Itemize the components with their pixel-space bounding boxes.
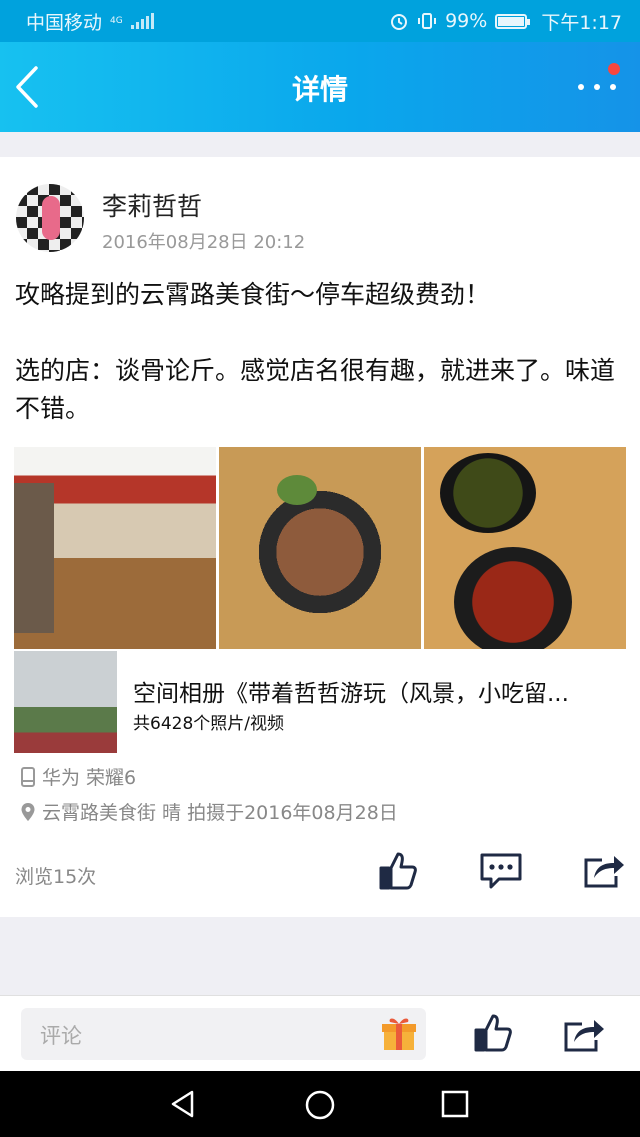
- network-label: 4G: [110, 15, 123, 26]
- post-time: 2016年08月28日 20:12: [102, 232, 306, 253]
- battery-percent: 99%: [445, 10, 488, 32]
- recents-square-icon[interactable]: [441, 1090, 469, 1118]
- battery-icon: [495, 13, 531, 29]
- post-text: 攻略提到的云霄路美食街～停车超级费劲！ 选的店：谈骨论斤。感觉店名很有趣，就进来…: [15, 280, 616, 423]
- post-photo-sauces[interactable]: [424, 447, 626, 649]
- bottom-like-button[interactable]: [472, 1012, 514, 1054]
- location-pin-icon: [21, 802, 35, 821]
- comment-bar: 评论: [0, 995, 640, 1072]
- post-photo-dish[interactable]: [219, 447, 421, 649]
- more-button[interactable]: [572, 63, 622, 108]
- location-text: 云霄路美食街 晴 拍摄于2016年08月28日: [42, 802, 398, 824]
- vibrate-icon: [418, 13, 437, 29]
- nav-bar: 详情: [0, 42, 640, 132]
- comment-button[interactable]: [479, 852, 523, 890]
- more-dots-icon: [578, 84, 616, 90]
- notification-dot: [608, 63, 620, 75]
- album-title[interactable]: 空间相册《带着哲哲游玩（风景，小吃留...: [133, 674, 569, 708]
- like-button[interactable]: [377, 850, 419, 892]
- signal-icon: [130, 13, 154, 29]
- network-type: 4G: [110, 15, 123, 26]
- back-triangle-icon[interactable]: [168, 1089, 198, 1119]
- comment-input[interactable]: 评论: [21, 1008, 426, 1060]
- home-circle-icon[interactable]: [304, 1089, 336, 1121]
- post-photo-restaurant[interactable]: [14, 447, 216, 649]
- album-count: 共6428个照片/视频: [133, 714, 284, 734]
- system-nav-bar: [0, 1071, 640, 1137]
- page-title: 详情: [291, 73, 348, 106]
- location-info: 云霄路美食街 晴 拍摄于2016年08月28日: [20, 798, 398, 825]
- bottom-share-button[interactable]: [562, 1016, 606, 1054]
- phone-icon: [21, 766, 35, 787]
- alarm-icon: [391, 14, 408, 30]
- view-count: 浏览15次: [15, 866, 97, 888]
- status-bar: 中国移动 4G 99% 下午1:17: [0, 0, 640, 42]
- gift-icon[interactable]: [380, 1014, 418, 1052]
- avatar[interactable]: [16, 184, 84, 252]
- clock: 下午1:17: [541, 11, 622, 34]
- album-thumbnail[interactable]: [14, 651, 117, 753]
- author-name[interactable]: 李莉哲哲: [102, 187, 202, 223]
- post-card: 李莉哲哲 2016年08月28日 20:12 攻略提到的云霄路美食街～停车超级费…: [0, 157, 640, 917]
- device-info: 华为 荣耀6: [20, 763, 136, 790]
- device-name: 华为 荣耀6: [42, 767, 137, 789]
- comment-placeholder: 评论: [40, 1024, 82, 1048]
- share-button[interactable]: [582, 852, 626, 890]
- carrier-name: 中国移动: [26, 11, 103, 34]
